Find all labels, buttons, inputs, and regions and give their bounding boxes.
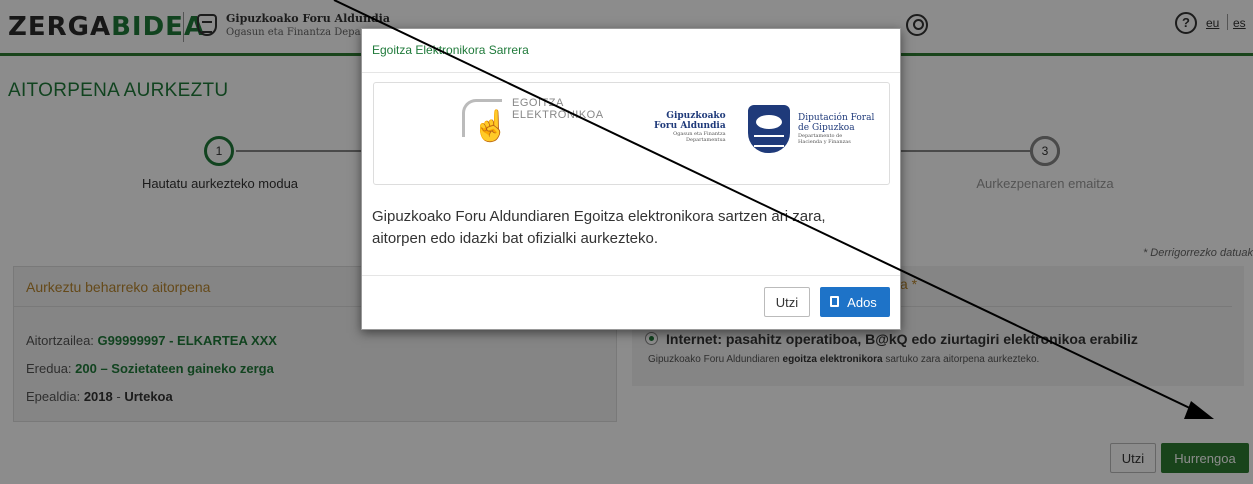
gfa-left-4: Departamentua [685,137,726,143]
gfa-right-1: Diputación Foral [798,113,875,123]
gfa-left-2: Foru Aldundia [654,121,726,131]
electronic-office-modal: Egoitza Elektronikora Sarrera ☝ EGOITZA … [361,28,901,330]
gfa-spanish-text: Diputación Foral de Gipuzkoa Departament… [798,113,874,145]
modal-title: Egoitza Elektronikora Sarrera [372,43,529,57]
modal-cancel-button[interactable]: Utzi [764,287,810,317]
modal-header-divider [362,72,900,73]
gfa-right-4: Hacienda y Finanzas [798,139,851,145]
document-icon [830,296,839,307]
logos-box: ☝ EGOITZA ELEKTRONIKOA Gipuzkoako Foru A… [373,82,890,185]
ego-line1: EGOITZA [512,97,564,109]
modal-footer-divider [362,275,900,276]
modal-ok-button[interactable]: Ados [820,287,890,317]
ego-line2: ELEKTRONIKOA [512,109,604,121]
modal-body-text: Gipuzkoako Foru Aldundiaren Egoitza elek… [372,208,826,247]
gipuzkoa-coat-of-arms-icon [748,105,790,153]
egoitza-logo-text: EGOITZA ELEKTRONIKOA [512,97,604,121]
touch-hand-icon: ☝ [472,110,510,143]
gfa-left-1: Gipuzkoako [666,111,726,121]
gfa-basque-text: Gipuzkoako Foru Aldundia Ogasun eta Fina… [654,111,726,143]
modal-ok-label: Ados [847,294,877,310]
gfa-right-2: de Gipuzkoa [798,123,855,133]
